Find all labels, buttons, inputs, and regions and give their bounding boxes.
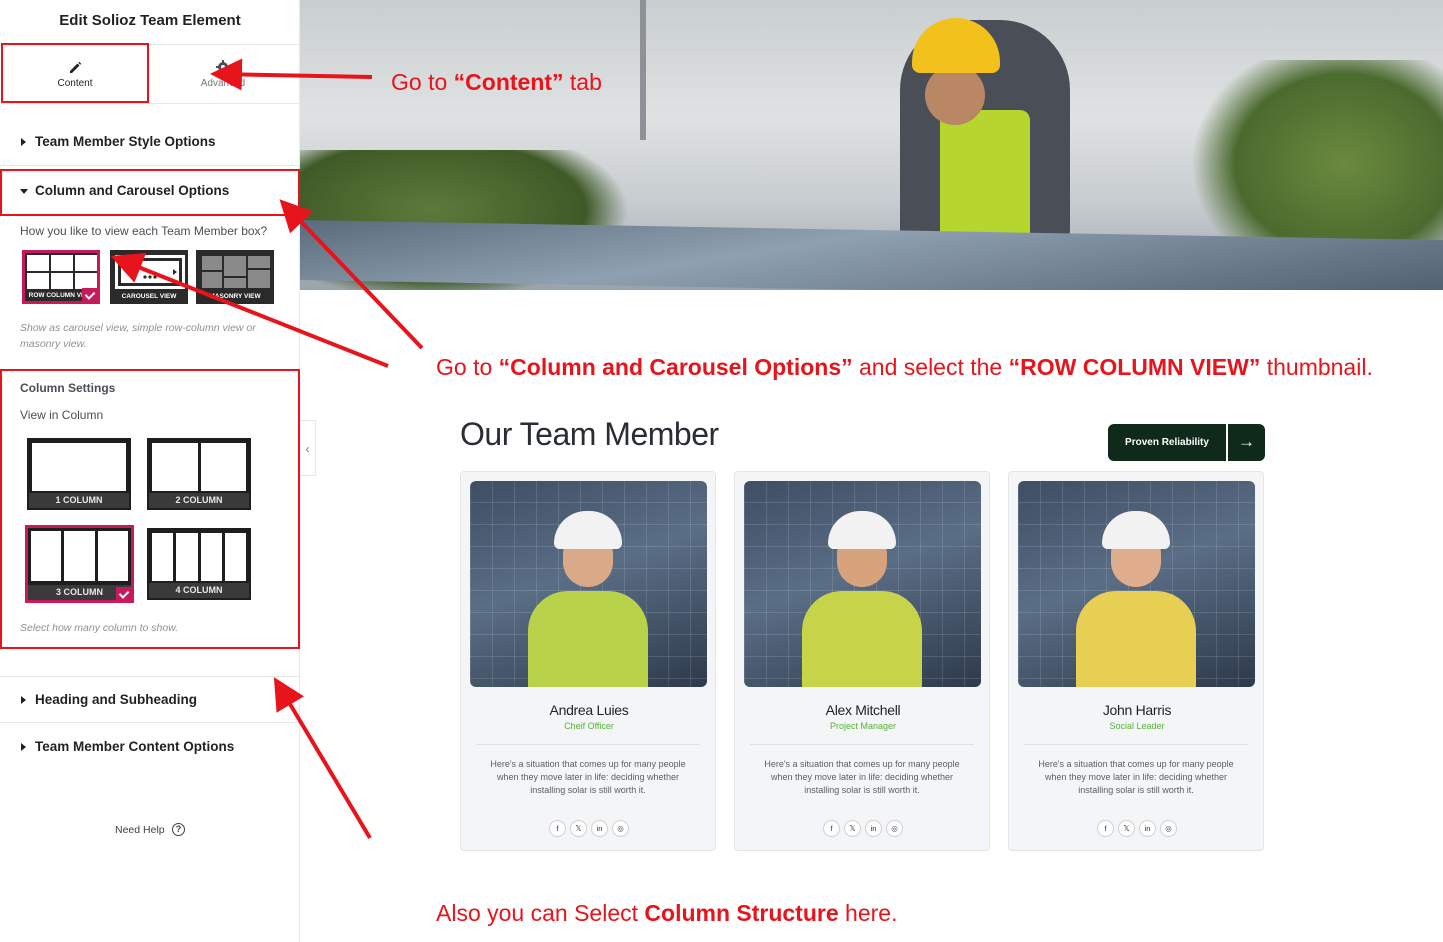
member-bio: Here's a situation that comes up for man…	[1038, 759, 1234, 795]
team-card: Andrea Luies Cheif Officer Here's a situ…	[460, 471, 716, 851]
facebook-icon[interactable]: f	[1097, 820, 1114, 837]
arrow-right-icon[interactable]: →	[1228, 424, 1265, 461]
caret-right-icon	[21, 696, 26, 704]
member-photo	[744, 481, 981, 687]
member-name: John Harris	[1102, 702, 1172, 718]
facebook-icon[interactable]: f	[549, 820, 566, 837]
instagram-icon[interactable]: ◎	[612, 820, 629, 837]
linkedin-icon[interactable]: in	[1139, 820, 1156, 837]
member-name: Andrea Luies	[549, 702, 629, 718]
linkedin-icon[interactable]: in	[865, 820, 882, 837]
section-team-member-content[interactable]: Team Member Content Options	[0, 724, 300, 771]
instagram-icon[interactable]: ◎	[1160, 820, 1177, 837]
hero-vest	[940, 110, 1030, 250]
carousel-layout-icon	[115, 255, 185, 289]
carousel-view-thumb[interactable]: CAROUSEL VIEW	[110, 250, 188, 304]
help-circle-icon[interactable]: ?	[172, 823, 185, 836]
hero-face	[925, 65, 985, 125]
linkedin-icon[interactable]: in	[591, 820, 608, 837]
member-bio: Here's a situation that comes up for man…	[764, 759, 960, 795]
thumb-caption: CAROUSEL VIEW	[112, 291, 186, 302]
panel-collapse-handle[interactable]: ‹	[300, 420, 316, 476]
annotation-column-structure: Also you can Select Column Structure her…	[436, 900, 898, 926]
section-label: Team Member Style Options	[35, 134, 216, 149]
highlight-content-tab	[1, 43, 149, 103]
team-card: Alex Mitchell Project Manager Here's a s…	[734, 471, 990, 851]
row-column-view-thumb[interactable]: ROW COLUMN VIEW	[22, 250, 100, 304]
section-label: Heading and Subheading	[35, 692, 198, 707]
x-icon[interactable]: 𝕏	[570, 820, 587, 837]
annotation-carousel: Go to “Column and Carousel Options” and …	[436, 354, 1373, 380]
highlight-column-settings	[0, 369, 300, 649]
social-links: f 𝕏in ◎	[1009, 818, 1265, 837]
hero-tower	[640, 0, 646, 140]
instagram-icon[interactable]: ◎	[886, 820, 903, 837]
section-label: Team Member Content Options	[35, 739, 235, 754]
tab-advanced[interactable]: Advanced	[148, 46, 298, 104]
highlight-carousel-section	[0, 169, 300, 216]
masonry-view-thumb[interactable]: MASONRY VIEW	[196, 250, 274, 304]
team-title: Our Team Member	[460, 416, 719, 452]
tab-label: Advanced	[200, 78, 246, 89]
need-help-link[interactable]: Need Help	[115, 824, 165, 836]
section-heading-subheading[interactable]: Heading and Subheading	[0, 676, 300, 723]
panel-title: Edit Solioz Team Element	[0, 0, 300, 45]
facebook-icon[interactable]: f	[823, 820, 840, 837]
member-name: Alex Mitchell	[825, 702, 901, 718]
masonry-layout-icon	[200, 254, 272, 290]
team-card: John Harris Social Leader Here's a situa…	[1008, 471, 1264, 851]
member-photo	[470, 481, 707, 687]
member-photo	[1018, 481, 1255, 687]
check-icon	[82, 288, 99, 303]
view-question: How you like to view each Team Member bo…	[20, 224, 268, 238]
grid-layout-icon	[27, 255, 97, 289]
x-icon[interactable]: 𝕏	[1118, 820, 1135, 837]
caret-right-icon	[21, 743, 26, 751]
thumb-caption: MASONRY VIEW	[198, 291, 272, 302]
proven-reliability-button[interactable]: Proven Reliability	[1108, 424, 1226, 461]
social-links: f 𝕏in ◎	[735, 818, 991, 837]
gear-icon	[216, 60, 230, 74]
member-bio: Here's a situation that comes up for man…	[490, 759, 686, 795]
member-role: Project Manager	[829, 721, 897, 731]
member-role: Cheif Officer	[564, 721, 614, 731]
section-team-member-style[interactable]: Team Member Style Options	[0, 119, 300, 166]
x-icon[interactable]: 𝕏	[844, 820, 861, 837]
caret-right-icon	[21, 138, 26, 146]
annotation-content-tab: Go to “Content” tab	[391, 69, 602, 95]
view-description: Show as carousel view, simple row-column…	[20, 322, 256, 350]
social-links: f 𝕏in ◎	[461, 818, 717, 837]
member-role: Social Leader	[1109, 721, 1165, 731]
hero-image	[300, 0, 1443, 290]
